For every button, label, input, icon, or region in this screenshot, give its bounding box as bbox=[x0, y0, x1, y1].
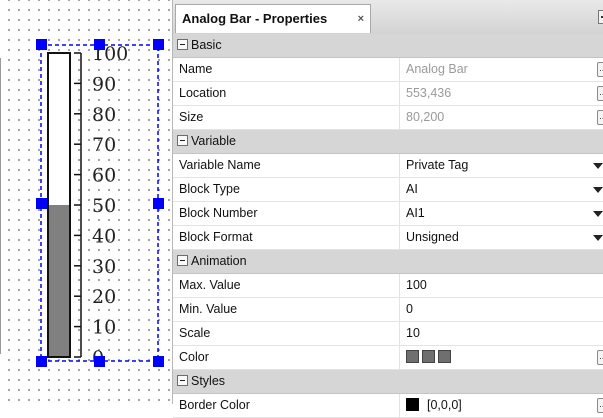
resize-handle-bottom-left[interactable] bbox=[36, 356, 47, 367]
ellipsis-button[interactable]: ... bbox=[597, 62, 603, 77]
property-value: 553,436 bbox=[399, 82, 589, 105]
color-swatch bbox=[438, 350, 451, 363]
scale-label: 10 bbox=[92, 317, 116, 339]
scale-label: 50 bbox=[92, 195, 116, 217]
resize-handle-middle-right[interactable] bbox=[153, 198, 164, 209]
properties-tab[interactable]: Analog Bar - Properties × bbox=[175, 4, 371, 33]
category-variable[interactable]: Variable bbox=[173, 130, 603, 154]
scale-label: 30 bbox=[92, 256, 116, 278]
collapse-icon[interactable] bbox=[177, 39, 188, 50]
scale-label: 60 bbox=[92, 165, 116, 187]
property-name: Max. Value bbox=[179, 278, 241, 292]
panel-minimize-button[interactable] bbox=[598, 10, 603, 24]
property-row-color[interactable]: Color ... bbox=[173, 346, 603, 370]
property-value-border-color: [0,0,0] bbox=[399, 394, 589, 417]
resize-handle-top-right[interactable] bbox=[153, 39, 164, 50]
category-label: Variable bbox=[191, 134, 236, 148]
dropdown-arrow-icon[interactable] bbox=[593, 235, 603, 241]
property-name: Size bbox=[179, 110, 204, 124]
property-value: Analog Bar bbox=[399, 58, 589, 81]
property-row-name[interactable]: Name Analog Bar ... bbox=[173, 58, 603, 82]
resize-handle-bottom-right[interactable] bbox=[153, 356, 164, 367]
property-row-block-type[interactable]: Block Type AI bbox=[173, 178, 603, 202]
property-value[interactable]: AI1 bbox=[399, 202, 589, 225]
design-canvas[interactable]: 1009080706050403020100 bbox=[0, 0, 172, 404]
property-row-scale[interactable]: Scale 10 bbox=[173, 322, 603, 346]
dropdown-arrow-icon[interactable] bbox=[593, 211, 603, 217]
scale-label: 70 bbox=[92, 134, 116, 156]
property-name: Border Color bbox=[179, 398, 250, 412]
property-value: [0,0,0] bbox=[427, 398, 462, 412]
scale-label: 90 bbox=[92, 73, 116, 95]
property-name: Variable Name bbox=[179, 158, 261, 172]
property-row-min-value[interactable]: Min. Value 0 bbox=[173, 298, 603, 322]
property-name: Block Format bbox=[179, 230, 253, 244]
category-label: Basic bbox=[191, 38, 222, 52]
scale-label: 20 bbox=[92, 286, 116, 308]
property-name: Scale bbox=[179, 326, 211, 340]
collapse-icon[interactable] bbox=[177, 255, 188, 266]
property-value[interactable]: Private Tag bbox=[399, 154, 589, 177]
property-name: Color bbox=[179, 350, 209, 364]
bar-fill bbox=[49, 205, 69, 356]
property-name: Block Number bbox=[179, 206, 258, 220]
property-name: Block Type bbox=[179, 182, 240, 196]
close-icon[interactable]: × bbox=[358, 5, 364, 33]
property-row-max-value[interactable]: Max. Value 100 bbox=[173, 274, 603, 298]
property-row-border-color[interactable]: Border Color [0,0,0] ... bbox=[173, 394, 603, 418]
property-name: Location bbox=[179, 86, 227, 100]
property-name: Name bbox=[179, 62, 213, 76]
property-value[interactable]: AI bbox=[399, 178, 589, 201]
panel-titlebar: Analog Bar - Properties × bbox=[173, 0, 603, 34]
panel-title: Analog Bar - Properties bbox=[182, 11, 328, 26]
property-value[interactable]: Unsigned bbox=[399, 226, 589, 249]
property-row-block-number[interactable]: Block Number AI1 bbox=[173, 202, 603, 226]
ellipsis-button[interactable]: ... bbox=[597, 350, 603, 365]
collapse-icon[interactable] bbox=[177, 135, 188, 146]
property-grid: Basic Name Analog Bar ... Location 553,4… bbox=[173, 34, 603, 418]
dropdown-arrow-icon[interactable] bbox=[593, 187, 603, 193]
resize-handle-bottom-center[interactable] bbox=[94, 356, 105, 367]
resize-handle-top-left[interactable] bbox=[36, 39, 47, 50]
category-label: Animation bbox=[191, 254, 247, 268]
property-value: 80,200 bbox=[399, 106, 589, 129]
resize-handle-middle-left[interactable] bbox=[36, 198, 47, 209]
property-value[interactable]: 0 bbox=[399, 298, 589, 321]
collapse-icon[interactable] bbox=[177, 375, 188, 386]
category-basic[interactable]: Basic bbox=[173, 34, 603, 58]
ellipsis-button[interactable]: ... bbox=[597, 398, 603, 413]
analog-bar-widget[interactable]: 1009080706050403020100 bbox=[0, 0, 172, 404]
ellipsis-button[interactable]: ... bbox=[597, 86, 603, 101]
color-swatch bbox=[406, 350, 419, 363]
property-row-location[interactable]: Location 553,436 ... bbox=[173, 82, 603, 106]
category-animation[interactable]: Animation bbox=[173, 250, 603, 274]
property-row-variable-name[interactable]: Variable Name Private Tag bbox=[173, 154, 603, 178]
property-row-block-format[interactable]: Block Format Unsigned bbox=[173, 226, 603, 250]
color-swatch bbox=[422, 350, 435, 363]
property-value[interactable]: 100 bbox=[399, 274, 589, 297]
property-name: Min. Value bbox=[179, 302, 238, 316]
scale-label: 80 bbox=[92, 104, 116, 126]
property-value[interactable]: 10 bbox=[399, 322, 589, 345]
properties-panel: Analog Bar - Properties × Basic Name Ana… bbox=[172, 0, 603, 418]
property-row-size[interactable]: Size 80,200 ... bbox=[173, 106, 603, 130]
dropdown-arrow-icon[interactable] bbox=[593, 163, 603, 169]
category-styles[interactable]: Styles bbox=[173, 370, 603, 394]
resize-handle-top-center[interactable] bbox=[94, 39, 105, 50]
category-label: Styles bbox=[191, 374, 226, 388]
color-swatches bbox=[399, 346, 589, 369]
border-color-swatch bbox=[406, 398, 419, 411]
scale-label: 40 bbox=[92, 225, 116, 247]
ellipsis-button[interactable]: ... bbox=[597, 110, 603, 125]
